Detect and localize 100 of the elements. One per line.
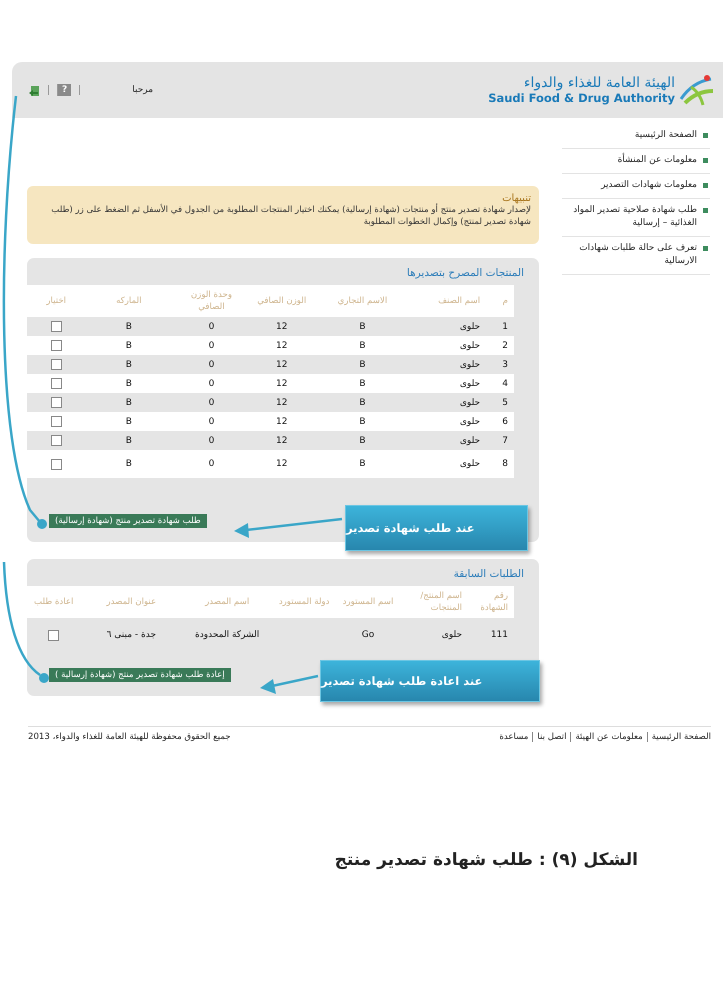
table-cell: 7 (486, 431, 514, 450)
column-header: دولة المستورد (272, 586, 336, 618)
bullet-icon (703, 208, 708, 213)
table-cell: 12 (250, 374, 313, 393)
column-header: رقم الشهادة (468, 586, 514, 618)
column-header: الاسم التجاري (312, 285, 412, 317)
table-cell: حلوى (412, 374, 486, 393)
column-header: اسم المنتج/ المنتجات (400, 586, 468, 618)
checkbox[interactable] (50, 435, 62, 446)
table-cell: 0 (172, 374, 251, 393)
table-cell: حلوى (412, 412, 486, 431)
table-cell: B (312, 412, 412, 431)
table-cell: B (312, 317, 412, 336)
bullet-icon (703, 246, 708, 251)
table-cell: 0 (172, 317, 251, 336)
callout-box: عند اعادة طلب شهادة تصدير (320, 660, 540, 702)
swoosh-logo-icon (679, 73, 715, 107)
table-cell: 0 (172, 431, 251, 450)
table-cell: حلوى (412, 355, 486, 374)
table-cell: 0 (172, 450, 251, 478)
table-cell: 0 (172, 393, 251, 412)
table-cell: 5 (486, 393, 514, 412)
table-cell: B (312, 336, 412, 355)
table-cell: B (312, 355, 412, 374)
copyright-text: جميع الحقوق محفوظة للهيئة العامة للغذاء والدواء، 2013 (28, 732, 231, 742)
table-cell: 1 (486, 317, 514, 336)
checkbox[interactable] (50, 321, 62, 332)
footer-link[interactable]: معلومات عن الهيئة (575, 732, 643, 742)
notice-title: تنبيهات (501, 193, 531, 204)
checkbox[interactable] (50, 458, 62, 470)
menu-item[interactable]: تعرف على حالة طلبات شهادات الارسالية (564, 242, 697, 268)
table-cell: 8 (486, 450, 514, 478)
column-header: الوزن الصافي (250, 285, 313, 317)
arrow (260, 674, 318, 694)
table-cell: 0 (172, 355, 251, 374)
table-cell: 12 (250, 355, 313, 374)
table-cell: 2 (486, 336, 514, 355)
checkbox[interactable] (50, 416, 62, 427)
column-header: الماركه (85, 285, 172, 317)
table-cell: حلوى (412, 317, 486, 336)
table-cell: 6 (486, 412, 514, 431)
greeting-text: مرحبا (132, 85, 154, 95)
table-cell: B (85, 336, 172, 355)
figure-caption: الشكل (٩) : طلب شهادة تصدير منتج (334, 850, 638, 870)
table-cell: 12 (250, 412, 313, 431)
menu-item[interactable]: معلومات عن المنشأة (618, 154, 697, 167)
logo-arabic-text: الهيئة العامة للغذاء والدواء (524, 75, 675, 91)
notice-text: لإصدار شهادة تصدير منتج أو منتجات (شهادة إرسالية) يمكنك اختيار المنتجات المطلوبة من الجدول في الأسفل ثم الضغط على زر (طلب شهادة تصدير لمنتج) وإكمال الخطوات المطلوبة (50, 204, 531, 228)
logo-english-text: Saudi Food & Drug Authority (488, 91, 675, 105)
table-cell: B (312, 374, 412, 393)
table-cell: 0 (172, 336, 251, 355)
table-cell: 12 (250, 450, 313, 478)
column-header: عنوان المصدر (80, 586, 182, 618)
table-cell: 0 (172, 412, 251, 431)
bullet-icon (703, 183, 708, 188)
table-cell: B (85, 450, 172, 478)
menu-item[interactable]: طلب شهادة صلاحية تصدير المواد الغذائية – إرسالية (564, 204, 697, 230)
panel-title: المنتجات المصرح بتصديرها (406, 267, 525, 281)
table-cell: 4 (486, 374, 514, 393)
table-cell: 3 (486, 355, 514, 374)
checkbox[interactable] (50, 397, 62, 408)
checkbox[interactable] (48, 630, 60, 640)
menu-item[interactable]: معلومات شهادات التصدير (601, 179, 697, 192)
request-button[interactable]: إعادة طلب شهادة تصدير منتج (شهادة إرسالية ) (49, 668, 231, 682)
table-cell: B (312, 393, 412, 412)
table-cell: B (312, 450, 412, 478)
checkbox[interactable] (50, 378, 62, 389)
column-header: وحدة الوزن الصافي (172, 285, 251, 317)
table-cell: 12 (250, 336, 313, 355)
column-header: اسم الصنف (412, 285, 486, 317)
bullet-icon (703, 133, 708, 138)
bullet-icon (703, 158, 708, 163)
table-cell: 12 (250, 431, 313, 450)
table-cell: B (85, 412, 172, 431)
column-header: اعادة طلب (27, 586, 80, 618)
menu-item[interactable]: الصفحة الرئيسية (634, 129, 697, 142)
exit-icon[interactable] (28, 84, 40, 96)
footer-link[interactable]: اتصل بنا (537, 732, 566, 742)
table-cell: B (85, 355, 172, 374)
column-header: اسم المستورد (336, 586, 400, 618)
table-cell: 12 (250, 317, 313, 336)
panel-title: الطلبات السابقة (452, 568, 525, 582)
footer-link[interactable]: مساعدة (499, 732, 528, 742)
table-cell: حلوى (412, 431, 486, 450)
table-cell: حلوى (412, 336, 486, 355)
table-cell: حلوى (412, 393, 486, 412)
table-cell: B (85, 374, 172, 393)
table-cell: 12 (250, 393, 313, 412)
table-cell: B (85, 317, 172, 336)
table-cell: B (85, 431, 172, 450)
checkbox[interactable] (50, 359, 62, 370)
column-header: م (486, 285, 514, 317)
callout-box: عند طلب شهادة تصدير (345, 505, 528, 551)
request-button[interactable]: طلب شهادة تصدير منتج (شهادة إرسالية) (49, 514, 207, 528)
column-header: اسم المصدر (182, 586, 272, 618)
table-cell: B (312, 431, 412, 450)
footer-link[interactable]: الصفحة الرئيسية (652, 732, 711, 742)
checkbox[interactable] (50, 340, 62, 351)
column-header: اختيار (27, 285, 86, 317)
table-cell: حلوى (412, 450, 486, 478)
